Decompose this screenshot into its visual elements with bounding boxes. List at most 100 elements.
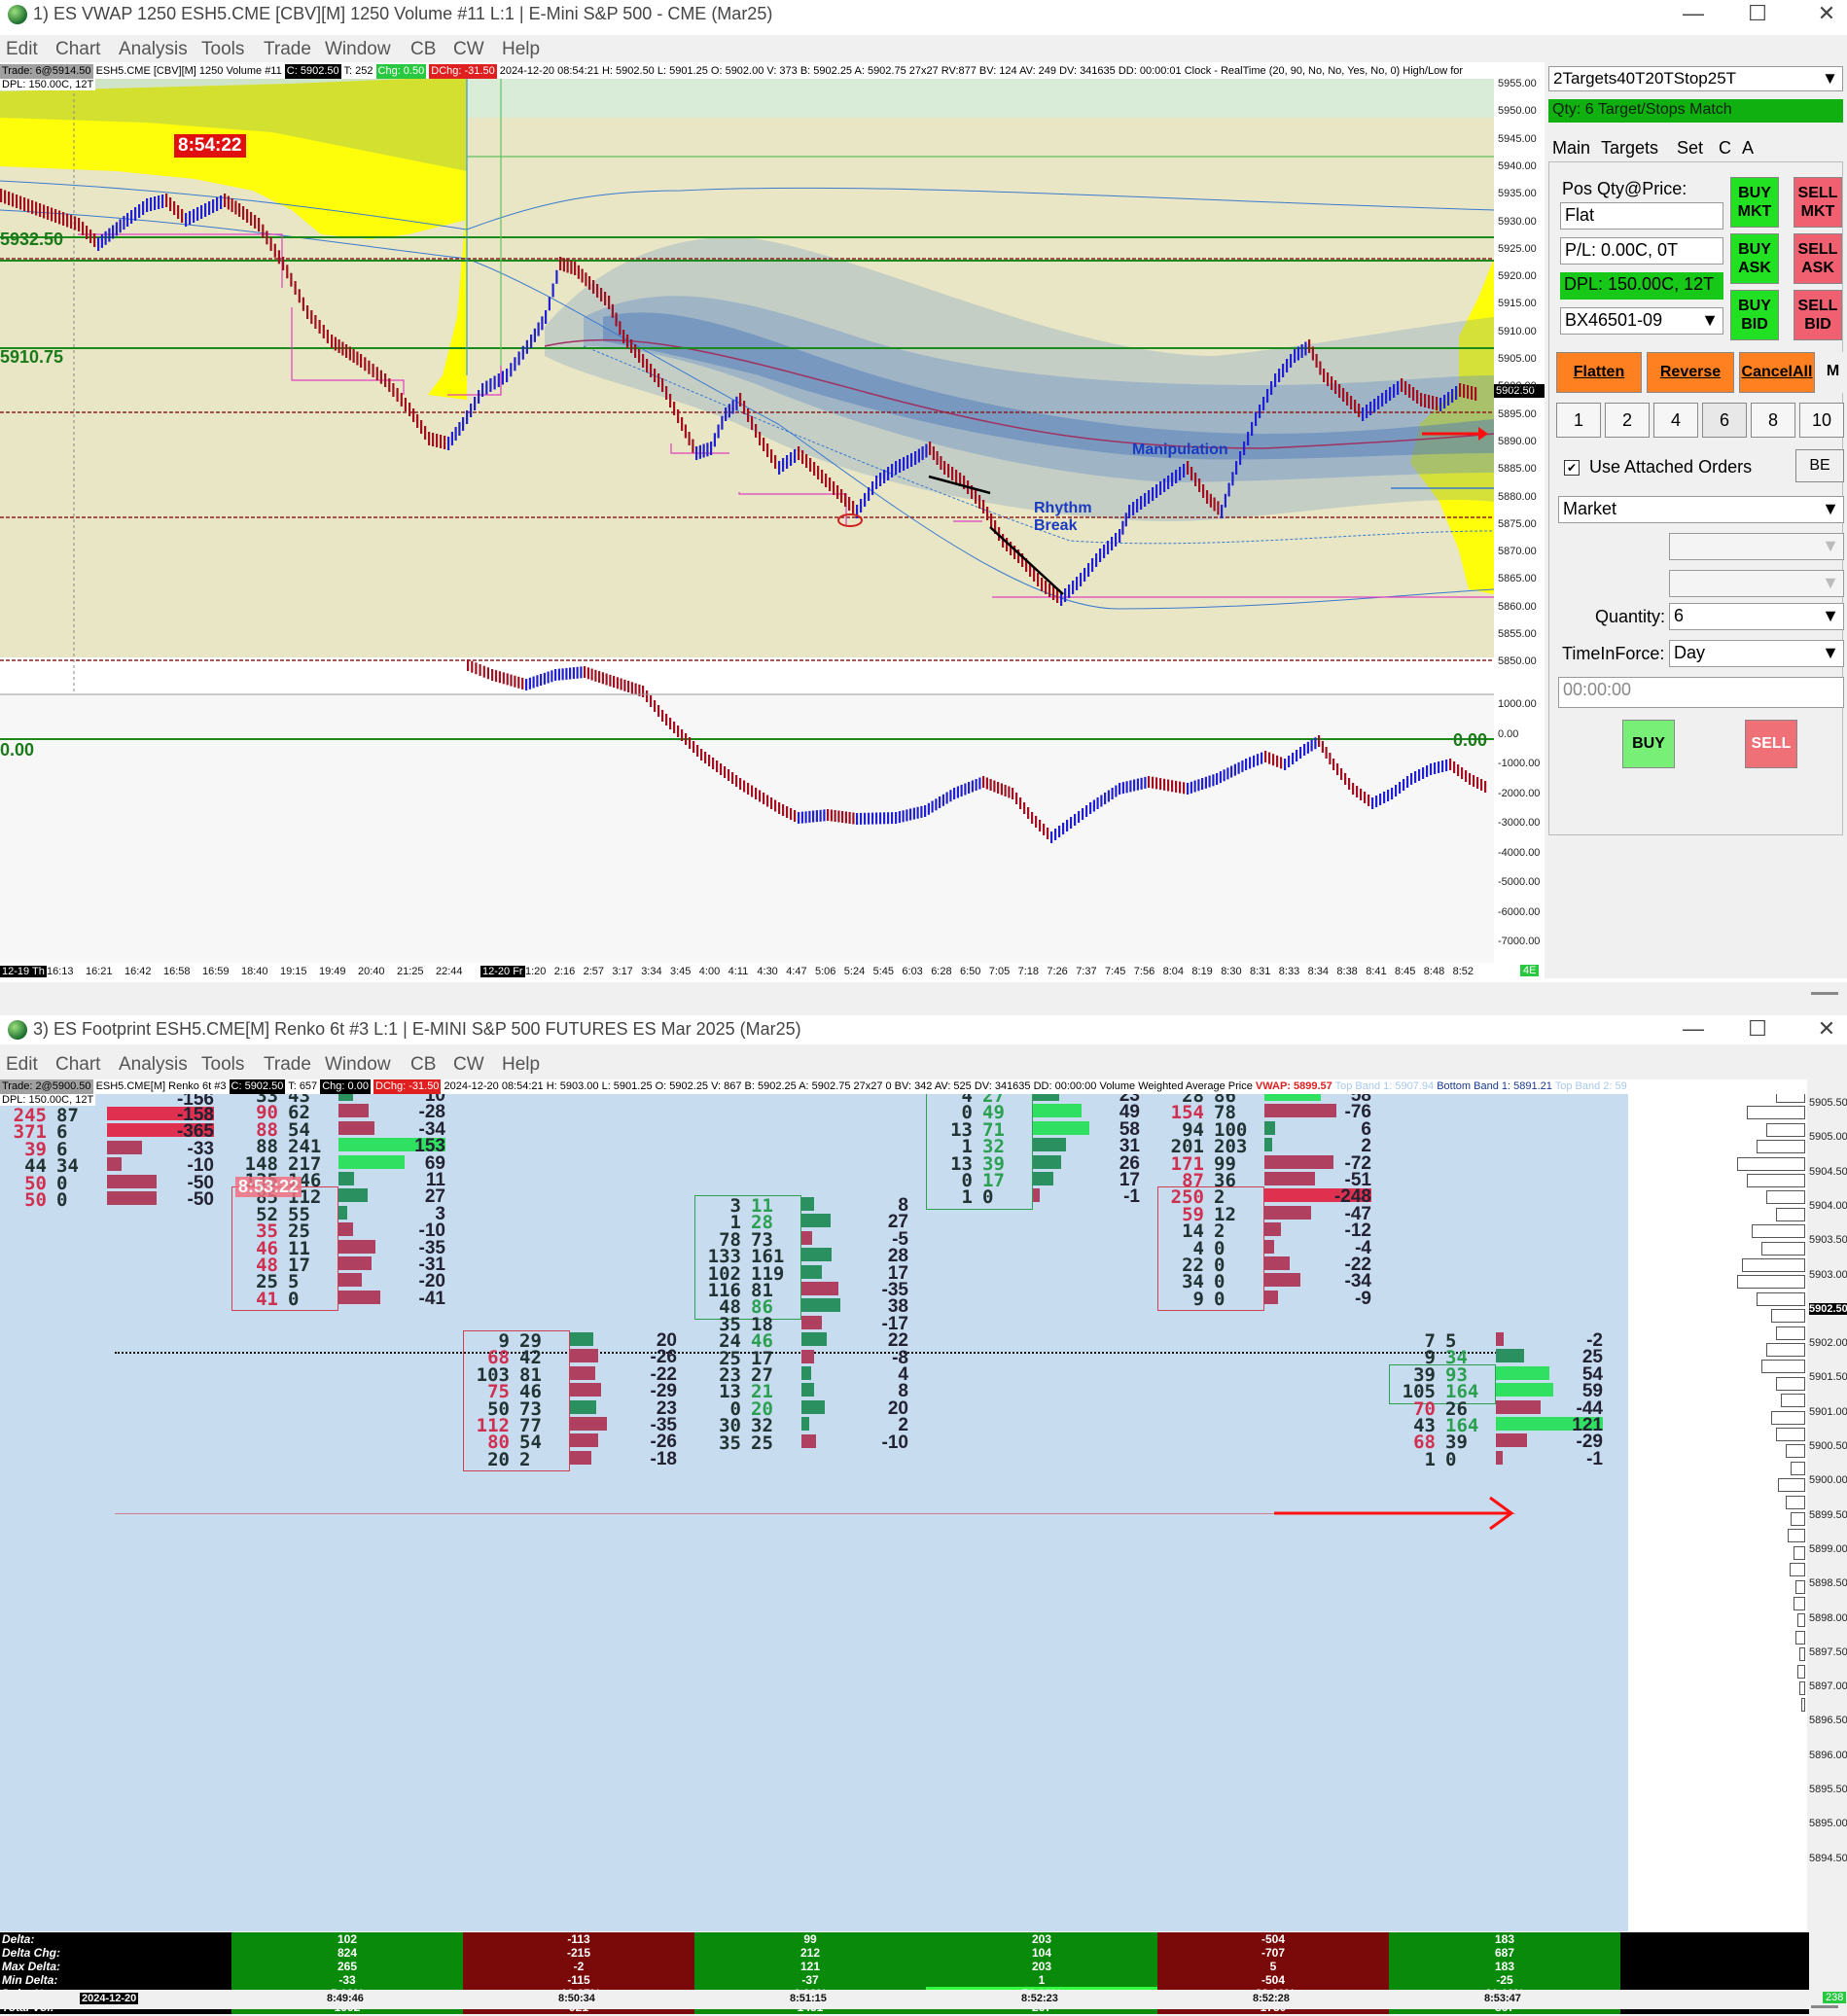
delta-tick: -4000.00 — [1498, 846, 1541, 859]
menu-cb[interactable]: CB — [410, 1054, 436, 1076]
renko-brick — [1103, 545, 1106, 558]
splitter-handle[interactable] — [1811, 992, 1838, 995]
menu-chart[interactable]: Chart — [55, 39, 100, 60]
renko-brick — [234, 200, 237, 215]
sell-button[interactable]: SELL — [1745, 720, 1797, 768]
close-button[interactable]: ✕ — [1797, 0, 1847, 29]
reverse-button[interactable]: Reverse — [1647, 352, 1734, 393]
menu-help[interactable]: Help — [502, 1054, 540, 1076]
be-button[interactable]: BE — [1795, 449, 1844, 482]
renko-brick — [1155, 484, 1158, 498]
qty-preset-button[interactable]: 1 — [1556, 403, 1601, 438]
renko-brick — [657, 373, 660, 387]
renko-brick — [1213, 497, 1216, 512]
price-1-input[interactable]: ▼ — [1669, 533, 1844, 560]
delta-brick — [1039, 820, 1042, 831]
tab-c[interactable]: C — [1719, 138, 1731, 159]
delta-brick — [665, 714, 668, 725]
menu-trade[interactable]: Trade — [264, 39, 311, 60]
flatten-button[interactable]: Flatten — [1556, 352, 1642, 393]
buy-button[interactable]: BUY — [1622, 720, 1675, 768]
tif-select[interactable]: Day ▼ — [1669, 640, 1844, 667]
menu-help[interactable]: Help — [502, 39, 540, 60]
qty-preset-button[interactable]: 8 — [1751, 403, 1795, 438]
renko-brick — [1401, 378, 1403, 392]
menu-window[interactable]: Window — [325, 1054, 391, 1076]
renko-brick — [1235, 461, 1238, 475]
delta-brick — [902, 810, 905, 823]
delta-brick — [479, 664, 481, 676]
tab-main[interactable]: Main — [1552, 138, 1590, 159]
qty-preset-button[interactable]: 2 — [1605, 403, 1650, 438]
renko-brick — [899, 459, 902, 473]
menu-tools[interactable]: Tools — [201, 1054, 244, 1076]
minimize-button[interactable]: — — [1664, 1015, 1723, 1044]
renko-brick — [501, 371, 504, 385]
delta-brick — [506, 673, 509, 686]
time-input[interactable]: 00:00:00 — [1558, 677, 1844, 708]
qty-preset-button[interactable]: 10 — [1799, 403, 1844, 438]
time-tick: 7:56 — [1133, 966, 1155, 977]
price-tick: 5898.00 — [1809, 1611, 1847, 1624]
maximize-button[interactable]: ☐ — [1728, 0, 1787, 29]
renko-brick — [200, 205, 203, 219]
tab-set[interactable]: Set — [1677, 138, 1703, 159]
tab-a[interactable]: A — [1742, 138, 1754, 159]
maximize-button[interactable]: ☐ — [1728, 1015, 1787, 1044]
menu-analysis[interactable]: Analysis — [119, 39, 188, 60]
delta-brick — [931, 800, 934, 813]
qty-preset-button[interactable]: 6 — [1702, 403, 1747, 438]
sell-mkt-button[interactable]: SELL MKT — [1794, 177, 1842, 228]
menu-analysis[interactable]: Analysis — [119, 1054, 188, 1076]
delta-brick — [494, 670, 498, 683]
menu-edit[interactable]: Edit — [6, 1054, 38, 1076]
delta-brick — [685, 733, 688, 745]
minimize-button[interactable]: — — [1664, 0, 1723, 29]
delta-brick — [1403, 779, 1405, 791]
menu-cb[interactable]: CB — [410, 39, 436, 60]
profile-bar — [1776, 1376, 1805, 1391]
footprint-chart[interactable]: -156 245 87 -158 371 6 -365 39 6 -33 44 34 -10 50 0 -50… — [0, 1079, 1847, 1931]
dropdown-icon: ▼ — [1822, 499, 1839, 518]
qty-preset-button[interactable]: 4 — [1653, 403, 1698, 438]
buy-ask-button[interactable]: BUY ASK — [1730, 233, 1779, 284]
delta-brick — [766, 795, 769, 807]
renko-brick — [466, 410, 469, 424]
buy-bid-button[interactable]: BUY BID — [1730, 290, 1779, 340]
m-button[interactable]: M — [1819, 352, 1847, 393]
price-tick: 5930.00 — [1498, 215, 1537, 228]
delta-brick — [1035, 816, 1038, 828]
menu-trade[interactable]: Trade — [264, 1054, 311, 1076]
menu-window[interactable]: Window — [325, 39, 391, 60]
strategy-select[interactable]: 2Targets40T20TStop25T ▼ — [1548, 66, 1843, 91]
tab-targets[interactable]: Targets — [1601, 138, 1658, 159]
delta-brick — [650, 695, 653, 707]
price-tick: 5910.00 — [1498, 325, 1537, 337]
sell-ask-button[interactable]: SELL ASK — [1794, 233, 1842, 284]
close-button[interactable]: ✕ — [1797, 1015, 1847, 1044]
price-2-input[interactable]: ▼ — [1669, 570, 1844, 597]
renko-brick — [1080, 573, 1083, 586]
sell-bid-button[interactable]: SELL BID — [1794, 290, 1842, 340]
splitter-handle[interactable] — [1811, 2005, 1838, 2008]
cancel-all-button[interactable]: CancelAll — [1739, 352, 1815, 393]
account-select[interactable]: BX46501-09 ▼ — [1560, 307, 1723, 335]
order-type-select[interactable]: Market ▼ — [1558, 496, 1844, 523]
renko-brick — [514, 357, 516, 371]
buy-mkt-button[interactable]: BUY MKT — [1730, 177, 1779, 228]
quantity-input[interactable]: 6 ▼ — [1669, 603, 1844, 630]
menu-chart[interactable]: Chart — [55, 1054, 100, 1076]
renko-brick — [731, 400, 734, 414]
menu-cw[interactable]: CW — [453, 1054, 484, 1076]
renko-brick — [420, 420, 423, 434]
renko-brick — [1338, 384, 1341, 398]
delta-bar — [801, 1366, 811, 1380]
delta-brick — [1422, 767, 1425, 779]
attached-orders-checkbox[interactable]: ✔ — [1564, 460, 1580, 476]
summary-cell: 183 — [1389, 1932, 1620, 1946]
menu-cw[interactable]: CW — [453, 39, 484, 60]
price-chart[interactable] — [0, 64, 1545, 978]
menu-edit[interactable]: Edit — [6, 39, 38, 60]
menu-tools[interactable]: Tools — [201, 39, 244, 60]
renko-brick — [1194, 473, 1197, 486]
